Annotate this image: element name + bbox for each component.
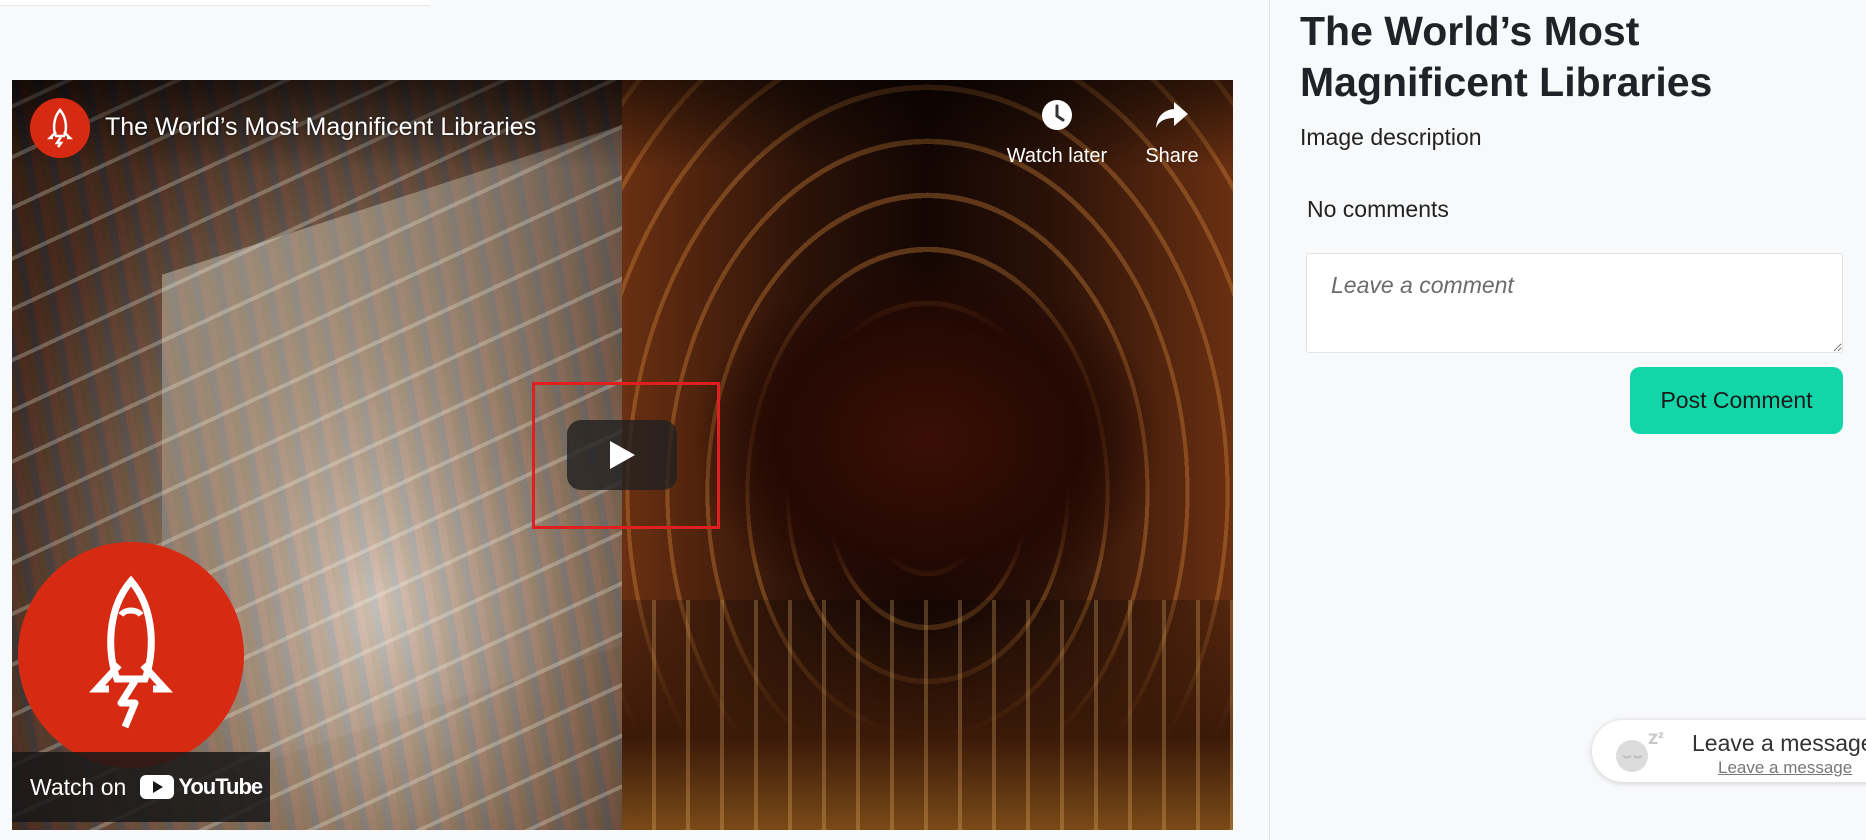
channel-avatar[interactable] <box>30 98 90 158</box>
watch-on-youtube-button[interactable]: Watch on YouTube <box>12 752 270 822</box>
highlight-box <box>532 382 720 529</box>
youtube-logo: YouTube <box>140 774 263 800</box>
rocket-icon <box>46 108 74 148</box>
post-comment-button[interactable]: Post Comment <box>1630 367 1843 434</box>
sleeping-chat-icon: Z z <box>1616 730 1664 772</box>
share-label: Share <box>1145 145 1199 167</box>
svg-text:Z: Z <box>1648 732 1658 748</box>
chat-widget-link[interactable]: Leave a message <box>1718 758 1852 778</box>
comments-status: No comments <box>1307 196 1449 222</box>
rocket-icon <box>89 575 173 729</box>
watch-later-label: Watch later <box>1006 145 1108 167</box>
image-description: Image description <box>1300 124 1482 150</box>
video-title[interactable]: The World’s Most Magnificent Libraries <box>105 113 536 142</box>
top-bar-edge <box>0 0 430 6</box>
share-button[interactable]: Share <box>1132 98 1212 168</box>
video-player[interactable]: The World’s Most Magnificent Libraries W… <box>12 80 1233 830</box>
chat-widget[interactable]: Z z Leave a message Leave a message <box>1592 720 1866 782</box>
watch-on-label: Watch on <box>30 773 127 800</box>
channel-logo <box>18 542 244 768</box>
clock-icon <box>1042 100 1072 130</box>
page-title: The World’s Most Magnificent Libraries <box>1300 8 1713 105</box>
share-arrow-icon <box>1156 102 1188 128</box>
watch-later-button[interactable]: Watch later <box>992 98 1122 168</box>
chat-widget-title: Leave a message <box>1692 730 1866 756</box>
page: The World’s Most Magnificent Libraries W… <box>0 0 1866 840</box>
library-floor <box>622 600 1233 830</box>
youtube-play-icon <box>140 775 175 799</box>
comment-input[interactable] <box>1306 253 1843 353</box>
svg-text:z: z <box>1658 730 1664 741</box>
panel-divider <box>1269 0 1270 840</box>
youtube-wordmark: YouTube <box>178 774 263 799</box>
